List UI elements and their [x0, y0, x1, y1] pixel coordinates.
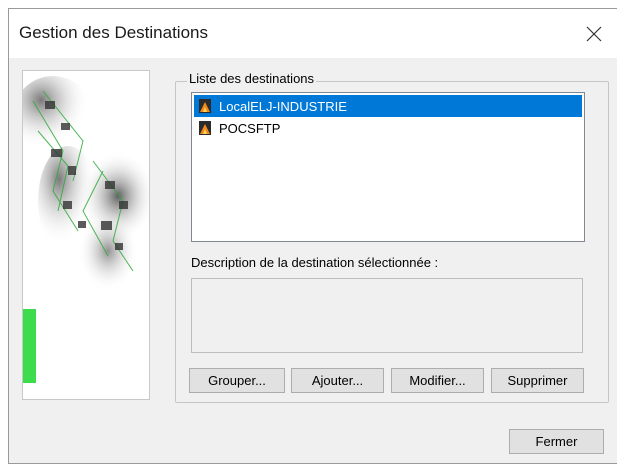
description-label: Description de la destination sélectionn… — [191, 255, 439, 270]
list-item[interactable]: POCSFTP — [194, 117, 582, 139]
list-item[interactable]: LocalELJ-INDUSTRIE — [194, 95, 582, 117]
close-button[interactable] — [571, 9, 617, 58]
window-title: Gestion des Destinations — [19, 23, 208, 42]
modifier-button[interactable]: Modifier... — [391, 368, 484, 393]
ajouter-button[interactable]: Ajouter... — [291, 368, 384, 393]
destinations-list[interactable]: LocalELJ-INDUSTRIE POCSFTP — [191, 92, 585, 242]
destination-icon — [199, 121, 211, 135]
dialog-window: Gestion des Destinations Liste des desti… — [8, 8, 617, 464]
side-illustration-graphic — [23, 71, 149, 399]
side-illustration — [22, 70, 150, 400]
list-item-label: LocalELJ-INDUSTRIE — [219, 98, 347, 114]
destination-icon — [199, 99, 211, 113]
description-field — [191, 278, 583, 353]
fermer-button[interactable]: Fermer — [509, 429, 604, 454]
destinations-group-label: Liste des destinations — [187, 71, 317, 86]
title-bar: Gestion des Destinations — [9, 9, 617, 58]
list-item-label: POCSFTP — [219, 120, 281, 136]
supprimer-button[interactable]: Supprimer — [491, 368, 584, 393]
grouper-button[interactable]: Grouper... — [189, 368, 285, 393]
close-icon — [586, 26, 602, 41]
